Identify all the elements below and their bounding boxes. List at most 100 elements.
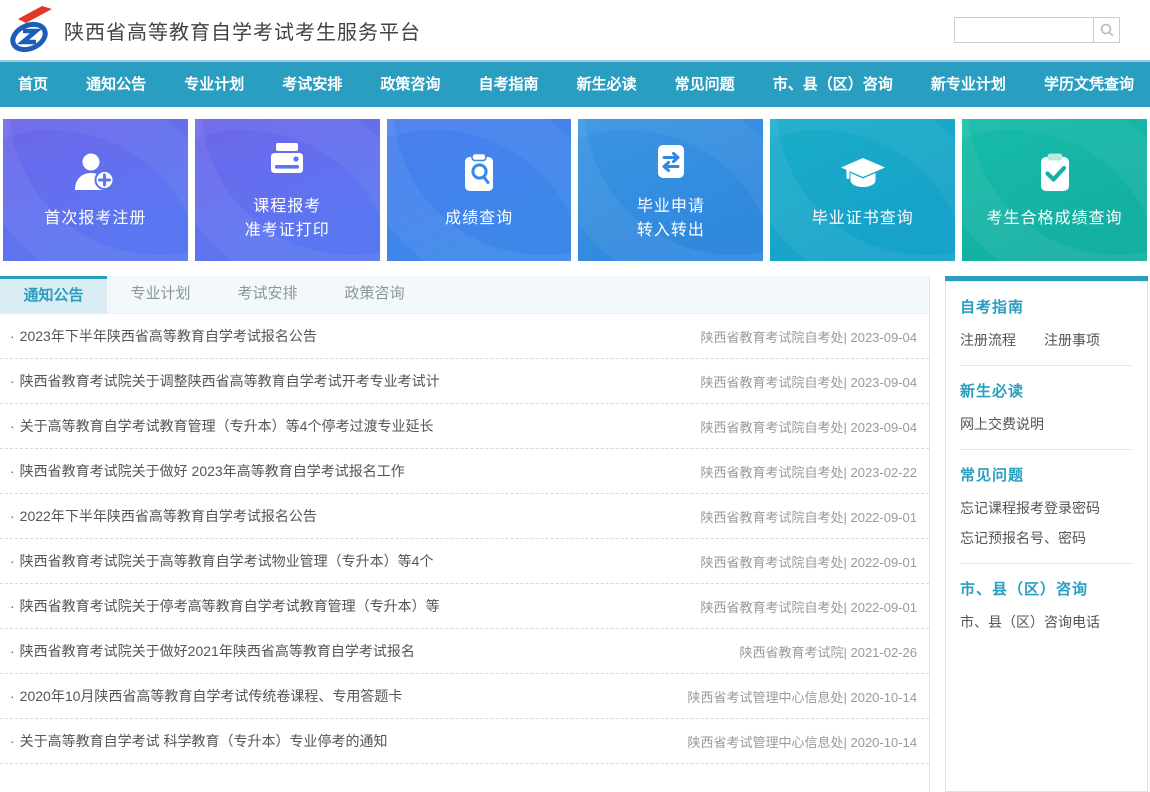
page-title: 陕西省高等教育自学考试考生服务平台 bbox=[64, 16, 421, 45]
sidebar-section-3: 市、县（区）咨询市、县（区）咨询电话 bbox=[960, 564, 1133, 647]
search-icon[interactable] bbox=[1093, 18, 1119, 42]
news-source-date: 陕西省教育考试院| 2021-02-26 bbox=[740, 642, 918, 661]
site-logo-icon bbox=[8, 4, 52, 56]
news-row: ·陕西省教育考试院关于调整陕西省高等教育自学考试开考专业考试计 陕西省教育考试院自… bbox=[0, 359, 929, 404]
tile-label: 首次报考注册 bbox=[44, 207, 146, 231]
sidebar-heading: 市、县（区）咨询 bbox=[960, 578, 1133, 599]
news-title-link[interactable]: ·关于高等教育自学考试 科学教育（专升本）专业停考的通知 bbox=[10, 731, 388, 751]
news-source-date: 陕西省考试管理中心信息处| 2020-10-14 bbox=[688, 732, 918, 751]
news-row: ·2023年下半年陕西省高等教育自学考试报名公告 陕西省教育考试院自考处| 202… bbox=[0, 314, 929, 359]
sidebar-link[interactable]: 网上交费说明 bbox=[960, 414, 1133, 434]
tile-3[interactable]: 毕业申请转入转出 bbox=[578, 119, 763, 261]
tile-label: 课程报考准考证打印 bbox=[245, 195, 330, 243]
news-title-link[interactable]: ·2020年10月陕西省高等教育自学考试传统卷课程、专用答题卡 bbox=[10, 686, 402, 706]
user-plus-icon bbox=[71, 149, 119, 197]
tile-1[interactable]: 课程报考准考证打印 bbox=[195, 119, 380, 261]
nav-item-10[interactable]: 学历文凭查询 bbox=[1042, 62, 1136, 107]
news-source-date: 陕西省教育考试院自考处| 2022-09-01 bbox=[701, 507, 918, 526]
sidebar-links: 网上交费说明 bbox=[960, 414, 1133, 434]
sidebar-links: 注册流程 注册事项 bbox=[960, 330, 1133, 350]
notice-tabbar: 通知公告专业计划考试安排政策咨询 bbox=[0, 276, 929, 314]
news-source-date: 陕西省教育考试院自考处| 2023-09-04 bbox=[701, 327, 918, 346]
sidebar-heading: 自考指南 bbox=[960, 296, 1133, 317]
news-title-link[interactable]: ·陕西省教育考试院关于做好 2023年高等教育自学考试报名工作 bbox=[10, 461, 405, 481]
printer-icon bbox=[263, 137, 311, 185]
news-list: ·2023年下半年陕西省高等教育自学考试报名公告陕西省教育考试院自考处| 202… bbox=[0, 314, 929, 764]
news-title-link[interactable]: ·陕西省教育考试院关于调整陕西省高等教育自学考试开考专业考试计 bbox=[10, 371, 440, 391]
sidebar-heading: 常见问题 bbox=[960, 464, 1133, 485]
nav-item-0[interactable]: 首页 bbox=[16, 62, 50, 107]
sidebar-section-0: 自考指南注册流程 注册事项 bbox=[960, 282, 1133, 366]
nav-item-1[interactable]: 通知公告 bbox=[84, 62, 148, 107]
tile-2[interactable]: 成绩查询 bbox=[387, 119, 572, 261]
nav-item-5[interactable]: 自考指南 bbox=[476, 62, 540, 107]
news-title-link[interactable]: ·关于高等教育自学考试教育管理（专升本）等4个停考过渡专业延长 bbox=[10, 416, 433, 436]
nav-item-8[interactable]: 市、县（区）咨询 bbox=[771, 62, 895, 107]
news-source-date: 陕西省考试管理中心信息处| 2020-10-14 bbox=[688, 687, 918, 706]
bullet-dot: · bbox=[10, 418, 15, 434]
tile-label: 考生合格成绩查询 bbox=[987, 207, 1123, 231]
tile-label: 毕业证书查询 bbox=[812, 207, 914, 231]
tile-4[interactable]: 毕业证书查询 bbox=[770, 119, 955, 261]
tile-0[interactable]: 首次报考注册 bbox=[3, 119, 188, 261]
page-header: 陕西省高等教育自学考试考生服务平台 bbox=[0, 0, 1150, 62]
news-title-link[interactable]: ·2023年下半年陕西省高等教育自学考试报名公告 bbox=[10, 326, 317, 346]
clipboard-search-icon bbox=[455, 149, 503, 197]
news-row: ·陕西省教育考试院关于做好2021年陕西省高等教育自学考试报名 陕西省教育考试院|… bbox=[0, 629, 929, 674]
tile-label: 毕业申请转入转出 bbox=[637, 195, 705, 243]
news-source-date: 陕西省教育考试院自考处| 2022-09-01 bbox=[701, 597, 918, 616]
sidebar-links: 忘记课程报考登录密码忘记预报名号、密码 bbox=[960, 498, 1133, 548]
news-row: ·关于高等教育自学考试 科学教育（专升本）专业停考的通知 陕西省考试管理中心信息处… bbox=[0, 719, 929, 764]
main-nav: 首页通知公告专业计划考试安排政策咨询自考指南新生必读常见问题市、县（区）咨询新专… bbox=[0, 62, 1150, 107]
tab-1[interactable]: 专业计划 bbox=[107, 276, 214, 313]
search-box bbox=[954, 17, 1120, 43]
sidebar-link[interactable]: 忘记预报名号、密码 bbox=[960, 528, 1133, 548]
nav-item-2[interactable]: 专业计划 bbox=[182, 62, 246, 107]
news-title-link[interactable]: ·2022年下半年陕西省高等教育自学考试报名公告 bbox=[10, 506, 317, 526]
news-title-link[interactable]: ·陕西省教育考试院关于高等教育自学考试物业管理（专升本）等4个 bbox=[10, 551, 433, 571]
nav-item-3[interactable]: 考试安排 bbox=[280, 62, 344, 107]
sidebar-link[interactable]: 注册流程 bbox=[960, 330, 1016, 350]
news-source-date: 陕西省教育考试院自考处| 2023-02-22 bbox=[701, 462, 918, 481]
news-source-date: 陕西省教育考试院自考处| 2023-09-04 bbox=[701, 417, 918, 436]
sidebar-section-1: 新生必读网上交费说明 bbox=[960, 366, 1133, 450]
sidebar-heading: 新生必读 bbox=[960, 380, 1133, 401]
tile-label: 成绩查询 bbox=[445, 207, 513, 231]
news-row: ·陕西省教育考试院关于停考高等教育自学考试教育管理（专升本）等 陕西省教育考试院自… bbox=[0, 584, 929, 629]
news-source-date: 陕西省教育考试院自考处| 2022-09-01 bbox=[701, 552, 918, 571]
news-row: ·关于高等教育自学考试教育管理（专升本）等4个停考过渡专业延长 陕西省教育考试院自… bbox=[0, 404, 929, 449]
news-row: ·2022年下半年陕西省高等教育自学考试报名公告 陕西省教育考试院自考处| 202… bbox=[0, 494, 929, 539]
tab-0[interactable]: 通知公告 bbox=[0, 276, 107, 313]
bullet-dot: · bbox=[10, 373, 15, 389]
content-area: 通知公告专业计划考试安排政策咨询 ·2023年下半年陕西省高等教育自学考试报名公… bbox=[0, 276, 1150, 792]
sidebar-links: 市、县（区）咨询电话 bbox=[960, 612, 1133, 632]
sidebar-link[interactable]: 忘记课程报考登录密码 bbox=[960, 498, 1133, 518]
bullet-dot: · bbox=[10, 463, 15, 479]
sidebar-link[interactable]: 注册事项 bbox=[1044, 330, 1100, 350]
sidebar-link[interactable]: 市、县（区）咨询电话 bbox=[960, 612, 1133, 632]
news-title-link[interactable]: ·陕西省教育考试院关于做好2021年陕西省高等教育自学考试报名 bbox=[10, 641, 415, 661]
bullet-dot: · bbox=[10, 643, 15, 659]
nav-item-7[interactable]: 常见问题 bbox=[673, 62, 737, 107]
notice-panel: 通知公告专业计划考试安排政策咨询 ·2023年下半年陕西省高等教育自学考试报名公… bbox=[0, 276, 930, 792]
sidebar-box: 自考指南注册流程 注册事项新生必读网上交费说明常见问题忘记课程报考登录密码忘记预报… bbox=[945, 281, 1148, 792]
nav-item-9[interactable]: 新专业计划 bbox=[929, 62, 1008, 107]
news-row: ·2020年10月陕西省高等教育自学考试传统卷课程、专用答题卡 陕西省考试管理中心… bbox=[0, 674, 929, 719]
bullet-dot: · bbox=[10, 688, 15, 704]
bullet-dot: · bbox=[10, 733, 15, 749]
tile-5[interactable]: 考生合格成绩查询 bbox=[962, 119, 1147, 261]
nav-item-4[interactable]: 政策咨询 bbox=[378, 62, 442, 107]
news-title-link[interactable]: ·陕西省教育考试院关于停考高等教育自学考试教育管理（专升本）等 bbox=[10, 596, 440, 616]
tab-3[interactable]: 政策咨询 bbox=[321, 276, 428, 313]
graduation-cap-icon bbox=[839, 149, 887, 197]
sidebar: 自考指南注册流程 注册事项新生必读网上交费说明常见问题忘记课程报考登录密码忘记预报… bbox=[945, 276, 1148, 792]
bullet-dot: · bbox=[10, 598, 15, 614]
search-input[interactable] bbox=[955, 18, 1093, 42]
bullet-dot: · bbox=[10, 553, 15, 569]
clipboard-check-icon bbox=[1031, 149, 1079, 197]
news-source-date: 陕西省教育考试院自考处| 2023-09-04 bbox=[701, 372, 918, 391]
nav-item-6[interactable]: 新生必读 bbox=[575, 62, 639, 107]
tab-2[interactable]: 考试安排 bbox=[214, 276, 321, 313]
quick-tiles: 首次报考注册 课程报考准考证打印 成绩查询 毕业申请转入转出 毕业证书查询 考生… bbox=[0, 107, 1150, 261]
bullet-dot: · bbox=[10, 328, 15, 344]
